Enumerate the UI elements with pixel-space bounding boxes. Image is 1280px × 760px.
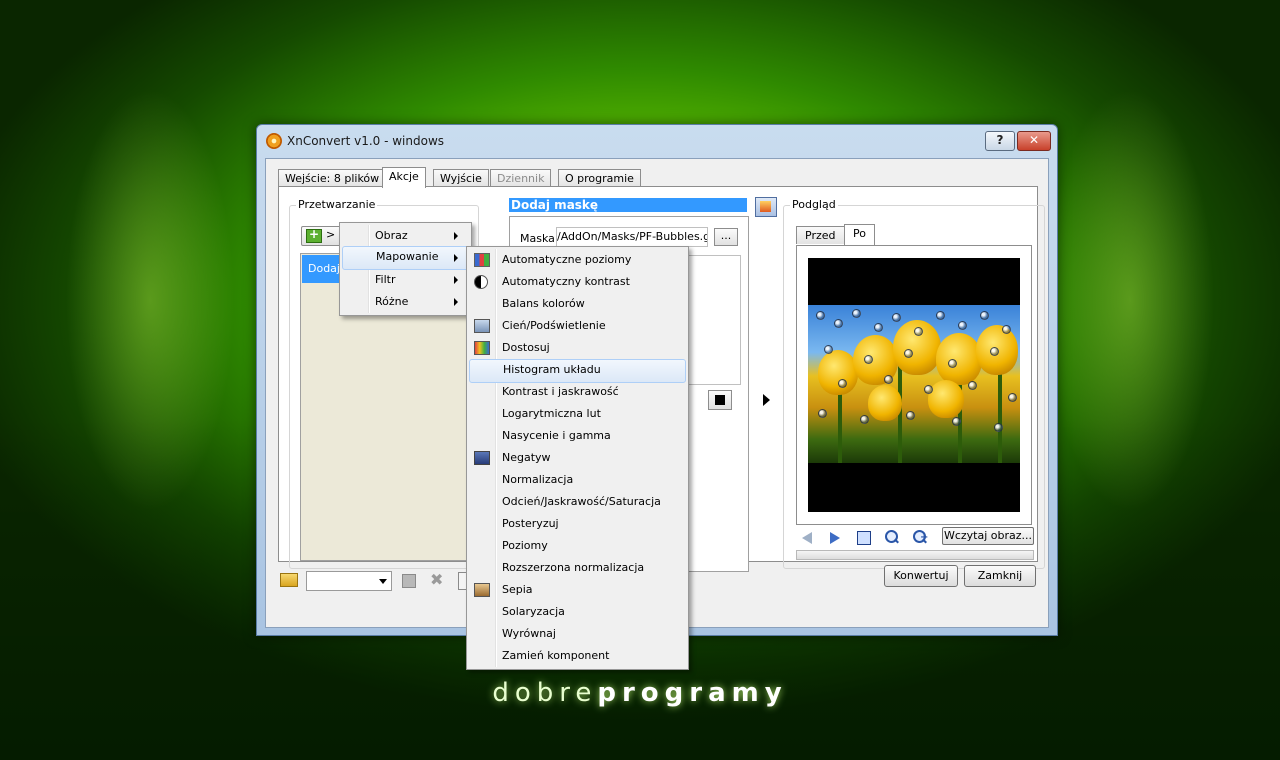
titlebar[interactable]: XnConvert v1.0 - windows ? ✕ <box>257 125 1057 157</box>
fit-icon <box>857 531 871 545</box>
xnconvert-app-icon <box>266 133 282 149</box>
submenu-arrow-icon <box>454 276 458 284</box>
image-options-icon <box>760 201 771 212</box>
next-image-button[interactable] <box>824 529 844 547</box>
color-picker-button[interactable] <box>708 390 732 410</box>
convert-button[interactable]: Konwertuj <box>884 565 958 587</box>
preview-scrollbar[interactable] <box>796 550 1034 560</box>
add-action-menu: Obraz Mapowanie Filtr Różne <box>339 222 472 316</box>
tab-before[interactable]: Przed <box>796 226 845 244</box>
menu-item-swap-component[interactable]: Zamień komponent <box>469 645 686 667</box>
preview-image <box>808 305 1020 463</box>
action-options-button[interactable] <box>755 197 777 217</box>
adjust-icon <box>474 341 490 355</box>
chevron-down-icon <box>379 579 387 584</box>
zoom-in-button[interactable]: + <box>910 529 930 547</box>
preview-group: Podgląd Przed Po + Wczytaj obraz... <box>783 198 1045 569</box>
dobreprogramy-logo: dobreprogramy <box>492 678 788 708</box>
menu-item-misc[interactable]: Różne <box>342 291 469 313</box>
preset-dropdown[interactable] <box>306 571 392 591</box>
preview-canvas <box>808 258 1020 512</box>
close-button[interactable]: Zamknij <box>964 565 1036 587</box>
contrast-icon <box>474 275 488 289</box>
menu-item-auto-contrast[interactable]: Automatyczny kontrast <box>469 271 686 293</box>
browse-mask-button[interactable]: ... <box>714 228 738 246</box>
tab-about[interactable]: O programie <box>558 169 641 187</box>
menu-item-filter[interactable]: Filtr <box>342 269 469 291</box>
menu-item-posterize[interactable]: Posteryzuj <box>469 513 686 535</box>
negative-icon <box>474 451 490 465</box>
save-preset-icon[interactable] <box>402 574 416 588</box>
submenu-arrow-icon <box>454 254 458 262</box>
arrow-left-icon <box>802 532 812 544</box>
mask-label: Maska <box>520 232 555 245</box>
submenu-arrow-icon <box>454 298 458 306</box>
levels-icon <box>474 253 490 267</box>
menu-item-normalize[interactable]: Normalizacja <box>469 469 686 491</box>
tab-output[interactable]: Wyjście <box>433 169 489 187</box>
tab-after[interactable]: Po <box>844 224 875 245</box>
menu-item-equalize[interactable]: Wyrównaj <box>469 623 686 645</box>
menu-item-mapping[interactable]: Mapowanie <box>342 246 469 270</box>
sepia-icon <box>474 583 490 597</box>
add-icon <box>306 227 322 243</box>
open-folder-icon[interactable] <box>280 573 298 587</box>
menu-item-image[interactable]: Obraz <box>342 225 469 247</box>
menu-item-auto-levels[interactable]: Automatyczne poziomy <box>469 249 686 271</box>
menu-item-histogram-layout[interactable]: Histogram układu <box>469 359 686 383</box>
tab-actions[interactable]: Akcje <box>382 167 426 188</box>
menu-item-negative[interactable]: Negatyw <box>469 447 686 469</box>
menu-item-adjust[interactable]: Dostosuj <box>469 337 686 359</box>
menu-item-sepia[interactable]: Sepia <box>469 579 686 601</box>
menu-item-contrast-brightness[interactable]: Kontrast i jaskrawość <box>469 381 686 403</box>
add-action-button[interactable]: > <box>301 226 341 246</box>
menu-item-log-lut[interactable]: Logarytmiczna lut <box>469 403 686 425</box>
menu-item-levels[interactable]: Poziomy <box>469 535 686 557</box>
delete-preset-icon[interactable]: ✖ <box>430 570 443 589</box>
menu-item-solarize[interactable]: Solaryzacja <box>469 601 686 623</box>
tab-log: Dziennik <box>490 169 552 187</box>
window-title: XnConvert v1.0 - windows <box>287 134 445 148</box>
tab-input[interactable]: Wejście: 8 plików <box>278 169 387 187</box>
menu-item-extended-normalize[interactable]: Rozszerzona normalizacja <box>469 557 686 579</box>
menu-item-hue-lightness-saturation[interactable]: Odcień/Jaskrawość/Saturacja <box>469 491 686 513</box>
arrow-right-icon <box>830 532 840 544</box>
processing-label: Przetwarzanie <box>296 198 378 211</box>
preview-label: Podgląd <box>790 198 838 211</box>
fit-to-window-button[interactable] <box>854 529 874 547</box>
shadow-highlight-icon <box>474 319 490 333</box>
apply-arrow-icon[interactable] <box>763 394 770 406</box>
action-title: Dodaj maskę <box>509 198 747 212</box>
color-swatch <box>715 395 725 405</box>
menu-item-shadow-highlight[interactable]: Cień/Podświetlenie <box>469 315 686 337</box>
close-window-button[interactable]: ✕ <box>1017 131 1051 151</box>
menu-item-saturation-gamma[interactable]: Nasycenie i gamma <box>469 425 686 447</box>
submenu-arrow-icon <box>454 232 458 240</box>
help-button[interactable]: ? <box>985 131 1015 151</box>
preview-frame <box>796 245 1032 525</box>
add-button-arrow: > <box>326 228 336 241</box>
mask-path-field[interactable]: /AddOn/Masks/PF-Bubbles.gif <box>556 227 708 247</box>
menu-item-color-balance[interactable]: Balans kolorów <box>469 293 686 315</box>
load-image-button[interactable]: Wczytaj obraz... <box>942 527 1034 545</box>
mapping-submenu: Automatyczne poziomy Automatyczny kontra… <box>466 246 689 670</box>
previous-image-button[interactable] <box>798 529 818 547</box>
zoom-out-button[interactable] <box>882 529 902 547</box>
